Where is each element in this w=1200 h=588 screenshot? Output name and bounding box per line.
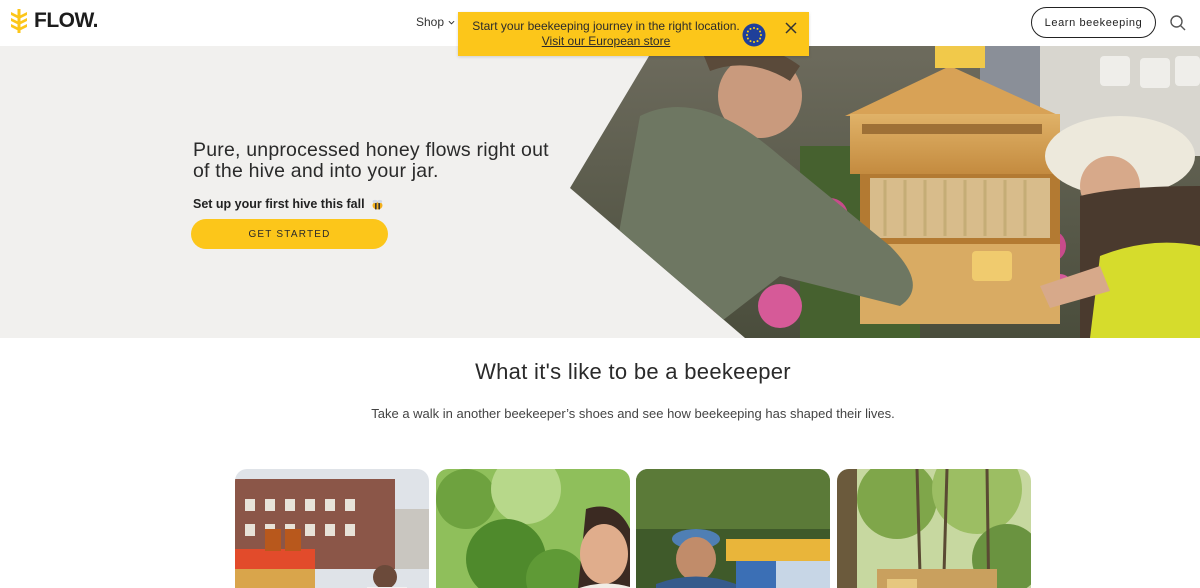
- section-subtitle: Take a walk in another beekeeper’s shoes…: [371, 406, 895, 421]
- hero-title: Pure, unprocessed honey flows right out …: [193, 139, 549, 182]
- section-title: What it's like to be a beekeeper: [475, 359, 791, 384]
- flow-logo[interactable]: FLOW.: [10, 8, 99, 34]
- get-started-button[interactable]: GET STARTED: [191, 219, 388, 249]
- story-card[interactable]: [636, 469, 830, 588]
- nav-shop-label: Shop: [416, 15, 445, 29]
- banner-message: Start your beekeeping journey in the rig…: [472, 19, 740, 33]
- story-card[interactable]: [235, 469, 429, 588]
- hero-subtitle: Set up your first hive this fall: [193, 197, 365, 211]
- search-icon[interactable]: [1169, 14, 1187, 32]
- bee-icon: [372, 199, 383, 209]
- nav-shop-menu[interactable]: Shop: [416, 15, 455, 29]
- close-icon[interactable]: [784, 21, 798, 35]
- story-card[interactable]: [436, 469, 630, 588]
- story-card-image: [636, 469, 830, 588]
- banner-message-block: Start your beekeeping journey in the rig…: [466, 19, 746, 49]
- hero-beekeepers-photo: [570, 46, 1200, 338]
- story-card-image: [837, 469, 1031, 588]
- hero-section: Pure, unprocessed honey flows right out …: [0, 46, 1200, 338]
- learn-beekeeping-button[interactable]: Learn beekeeping: [1031, 7, 1156, 38]
- story-card[interactable]: [837, 469, 1031, 588]
- brand-name: FLOW.: [34, 9, 99, 32]
- hero-subtitle-row: Set up your first hive this fall: [193, 197, 384, 211]
- beekeeper-story-cards: [235, 469, 1035, 588]
- eu-flag-icon: [742, 23, 766, 47]
- european-store-link[interactable]: Visit our European store: [542, 34, 671, 49]
- flow-logo-icon: [11, 9, 27, 33]
- story-card-image: [235, 469, 429, 588]
- chevron-down-icon: [448, 20, 455, 25]
- story-card-image: [436, 469, 630, 588]
